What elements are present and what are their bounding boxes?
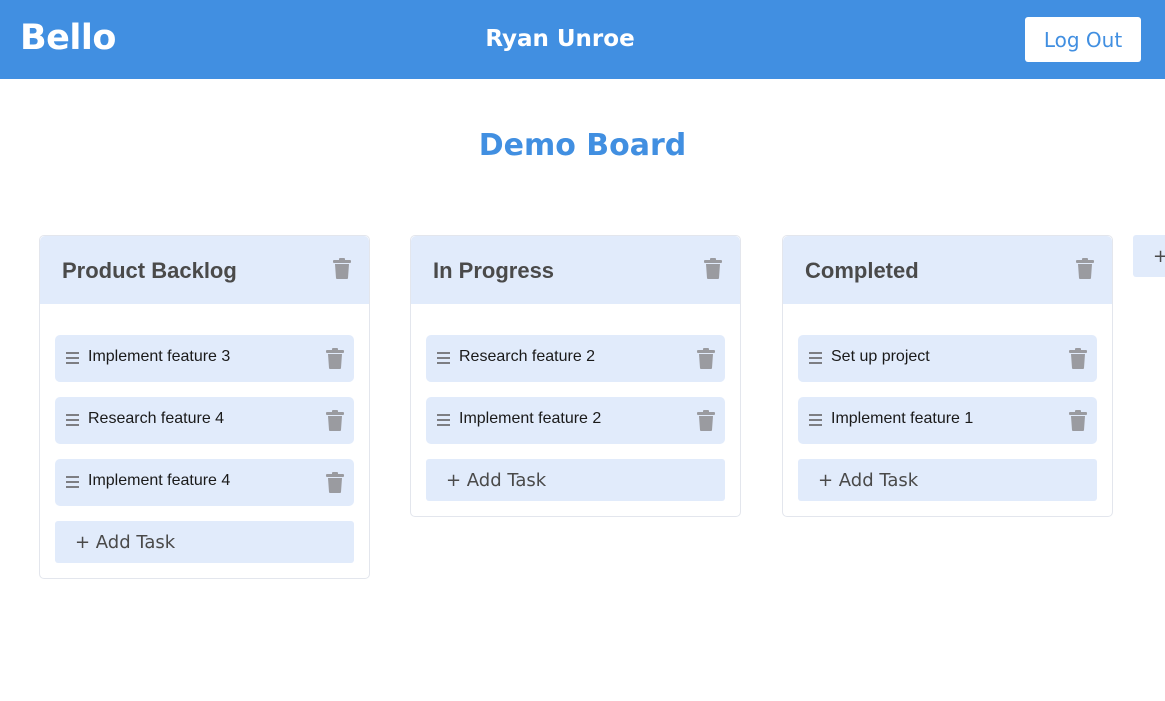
trash-icon[interactable] <box>326 472 344 493</box>
task-label: Implement feature 4 <box>88 472 231 489</box>
logout-button[interactable]: Log Out <box>1025 17 1141 62</box>
task-label: Implement feature 1 <box>831 410 974 427</box>
task-card[interactable]: Set up project <box>798 335 1097 382</box>
column-header[interactable]: In Progress <box>411 236 740 304</box>
add-column-button[interactable]: + <box>1133 235 1165 277</box>
task-label: Set up project <box>831 348 930 365</box>
drag-handle-icon[interactable] <box>809 414 822 426</box>
trash-icon[interactable] <box>1069 410 1087 431</box>
task-label: Research feature 2 <box>459 348 596 365</box>
top-bar: Bello Ryan Unroe Log Out <box>0 0 1165 79</box>
column-title: In Progress <box>433 258 555 283</box>
drag-handle-icon[interactable] <box>437 414 450 426</box>
column-title: Completed <box>805 258 919 283</box>
column-body: Research feature 2 Implement feature 2 +… <box>411 304 740 516</box>
trash-icon[interactable] <box>704 258 722 279</box>
trash-icon[interactable] <box>1076 258 1094 279</box>
column-in-progress: In Progress Research feature 2 Implement… <box>410 235 741 517</box>
task-label: Implement feature 3 <box>88 348 231 365</box>
trash-icon[interactable] <box>697 410 715 431</box>
column-header[interactable]: Completed <box>783 236 1112 304</box>
trash-icon[interactable] <box>697 348 715 369</box>
task-card[interactable]: Research feature 2 <box>426 335 725 382</box>
add-task-button[interactable]: + Add Task <box>798 459 1097 501</box>
task-card[interactable]: Implement feature 4 <box>55 459 354 506</box>
drag-handle-icon[interactable] <box>66 352 79 364</box>
add-task-button[interactable]: + Add Task <box>55 521 354 563</box>
drag-handle-icon[interactable] <box>66 476 79 488</box>
board-title: Demo Board <box>478 128 687 163</box>
drag-handle-icon[interactable] <box>66 414 79 426</box>
column-body: Implement feature 3 Research feature 4 I… <box>40 304 369 578</box>
task-card[interactable]: Research feature 4 <box>55 397 354 444</box>
drag-handle-icon[interactable] <box>437 352 450 364</box>
user-name: Ryan Unroe <box>485 26 635 52</box>
task-label: Implement feature 2 <box>459 410 602 427</box>
drag-handle-icon[interactable] <box>809 352 822 364</box>
add-task-button[interactable]: + Add Task <box>426 459 725 501</box>
column-body: Set up project Implement feature 1 + Add… <box>783 304 1112 516</box>
trash-icon[interactable] <box>326 348 344 369</box>
trash-icon[interactable] <box>326 410 344 431</box>
trash-icon[interactable] <box>333 258 351 279</box>
column-header[interactable]: Product Backlog <box>40 236 369 304</box>
column-product-backlog: Product Backlog Implement feature 3 Rese… <box>39 235 370 579</box>
task-card[interactable]: Implement feature 3 <box>55 335 354 382</box>
column-completed: Completed Set up project Implement featu… <box>782 235 1113 517</box>
task-card[interactable]: Implement feature 2 <box>426 397 725 444</box>
task-card[interactable]: Implement feature 1 <box>798 397 1097 444</box>
task-label: Research feature 4 <box>88 410 225 427</box>
trash-icon[interactable] <box>1069 348 1087 369</box>
column-title: Product Backlog <box>62 258 237 283</box>
